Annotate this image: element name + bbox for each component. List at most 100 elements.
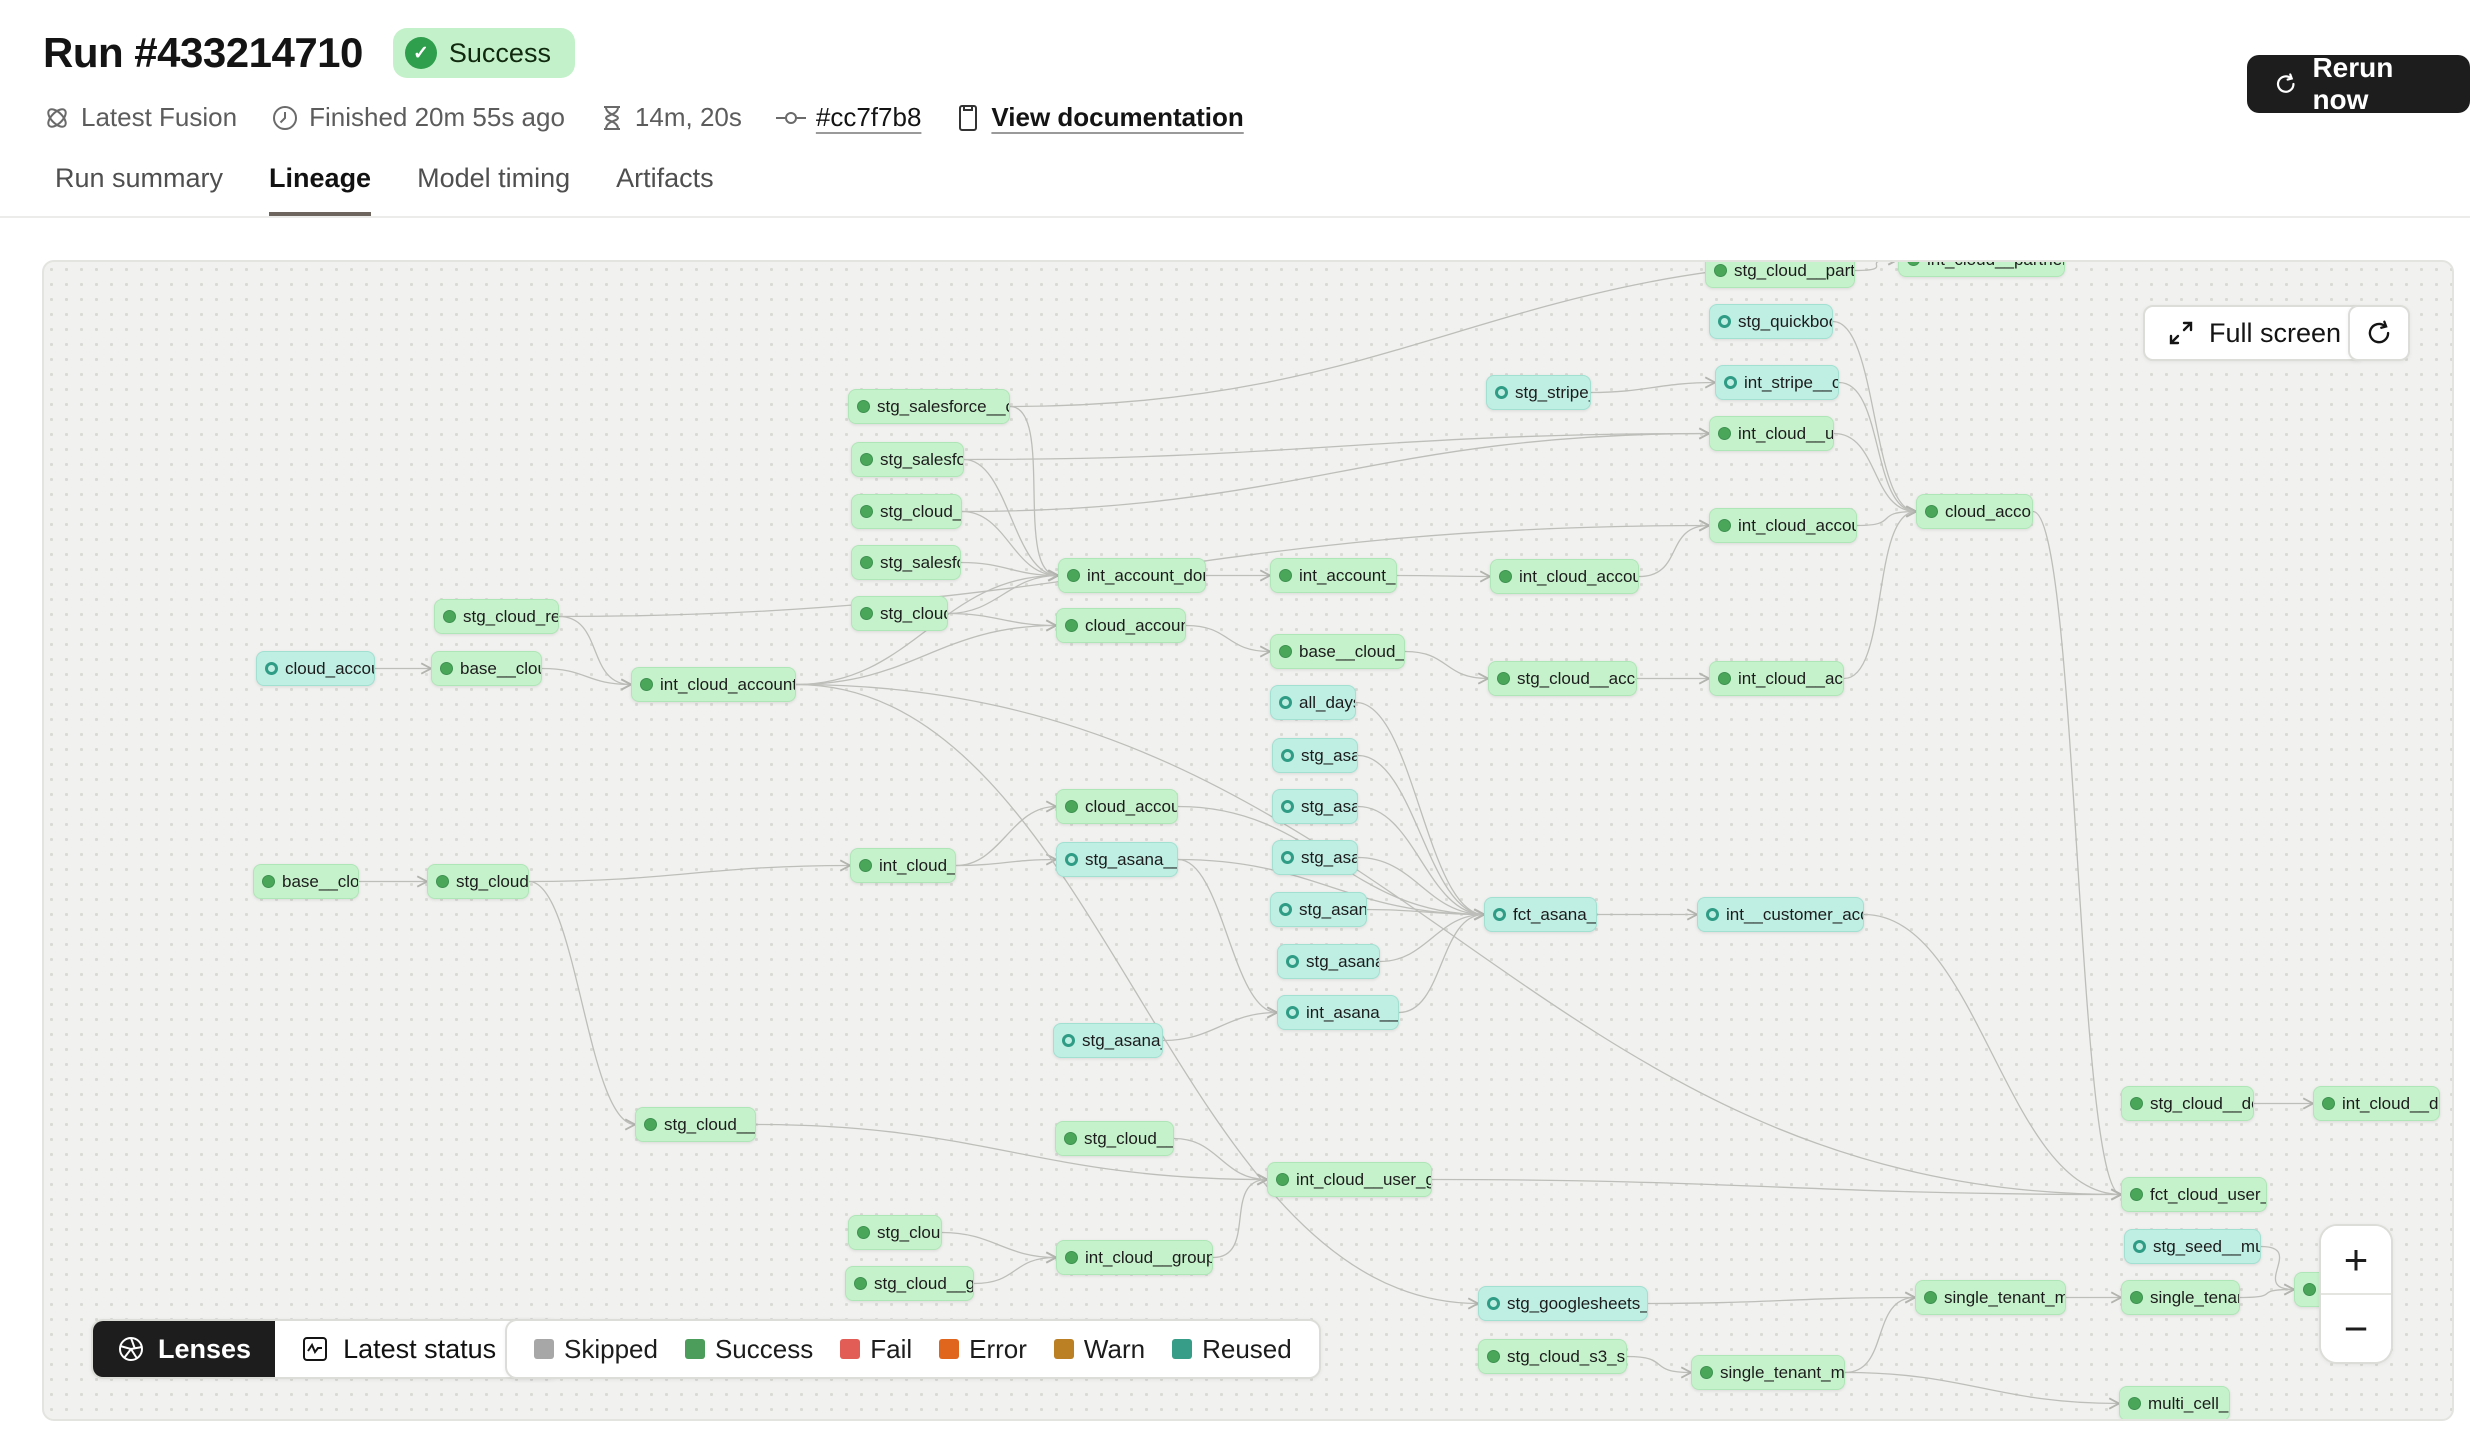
graph-edge <box>1397 576 1490 577</box>
rerun-now-button[interactable]: Rerun now <box>2247 55 2470 113</box>
edge-layer <box>44 262 2454 1421</box>
graph-node[interactable]: stg_salesforce… <box>851 545 961 580</box>
success-node-icon <box>2322 1097 2335 1110</box>
graph-node-label: single_tenant_map… <box>1720 1363 1845 1383</box>
graph-node[interactable]: stg_asana_… <box>1272 789 1358 824</box>
graph-node[interactable]: base__cloud_… <box>431 651 542 686</box>
graph-node[interactable]: stg_cloud_… <box>848 1215 942 1250</box>
graph-node[interactable]: int_cloud__accoun… <box>1709 661 1844 696</box>
graph-node-label: stg_cloud__us… <box>880 502 962 522</box>
clock-icon <box>271 104 299 132</box>
graph-node[interactable]: int_cloud__group_per… <box>1056 1240 1213 1275</box>
tab-lineage[interactable]: Lineage <box>269 163 371 216</box>
lenses-button[interactable]: Lenses <box>93 1321 275 1377</box>
graph-node[interactable]: base__clou… <box>253 864 359 899</box>
lineage-canvas[interactable]: cloud_account… base__cloud_… stg_cloud_reg… <box>42 260 2454 1421</box>
tab-model-timing[interactable]: Model timing <box>417 163 570 216</box>
graph-node[interactable]: multi_cell_m… <box>2119 1386 2230 1421</box>
graph-node[interactable]: int_stripe__custo… <box>1715 365 1839 400</box>
graph-node[interactable]: int_cloud_account_ma… <box>1490 559 1639 594</box>
success-node-icon <box>640 678 653 691</box>
graph-node[interactable]: stg_cloud__… <box>851 596 948 631</box>
graph-node-label: stg_asana__pr… <box>1306 952 1380 972</box>
tab-artifacts[interactable]: Artifacts <box>616 163 714 216</box>
success-node-icon <box>2130 1188 2143 1201</box>
graph-node[interactable]: stg_cloud__partner_c… <box>1705 260 1855 288</box>
graph-node-label: cloud_accounts_… <box>1085 616 1186 636</box>
graph-node[interactable]: stg_cloud_s3_singl… <box>1478 1339 1627 1374</box>
graph-node-label: stg_cloud__us… <box>1084 1129 1174 1149</box>
graph-node-label: stg_cloud__partner_c… <box>1734 261 1855 281</box>
page-title: Run #433214710 <box>43 29 363 77</box>
graph-node-label: int_cloud__user_ac… <box>1738 424 1834 444</box>
graph-node-label: int_cloud__user_group… <box>1296 1170 1432 1190</box>
refresh-button[interactable] <box>2348 305 2410 361</box>
graph-node[interactable]: stg_cloud__group… <box>845 1266 974 1301</box>
graph-node-label: int_account_dom… <box>1299 566 1397 586</box>
graph-node-label: fct_cloud_user_acc… <box>2150 1185 2267 1205</box>
graph-node[interactable]: stg_seed__multireg… <box>2124 1229 2261 1264</box>
commit-link[interactable]: #cc7f7b8 <box>816 102 922 133</box>
graph-node[interactable]: stg_googlesheets__sin… <box>1478 1286 1648 1321</box>
graph-node-label: cloud_account… <box>1085 797 1178 817</box>
graph-edge <box>1432 1180 2121 1195</box>
graph-node-label: int_cloud__partner_con… <box>1927 260 2065 270</box>
graph-node[interactable]: all_days <box>1270 685 1356 720</box>
graph-node[interactable]: stg_cloud_… <box>427 864 529 899</box>
graph-node[interactable]: cloud_account… <box>1056 789 1178 824</box>
graph-node[interactable]: stg_quickbooks__a… <box>1709 304 1833 339</box>
graph-node[interactable]: cloud_accounts_… <box>1056 608 1186 643</box>
graph-node[interactable]: int_cloud_account_ma… <box>1709 508 1857 543</box>
graph-node[interactable]: stg_asana… <box>1272 738 1358 773</box>
graph-node[interactable]: int_cloud__partner_con… <box>1898 260 2065 277</box>
graph-node[interactable]: int__customer_account… <box>1697 897 1864 932</box>
graph-node[interactable]: base__cloud_acco… <box>1270 634 1405 669</box>
zoom-out-button[interactable]: − <box>2321 1293 2391 1362</box>
graph-node[interactable]: int_cloud__us… <box>850 848 956 883</box>
graph-node[interactable]: stg_cloud__us… <box>851 494 962 529</box>
graph-node[interactable]: stg_cloud__devel… <box>2121 1086 2254 1121</box>
graph-node[interactable]: stg_asana__pr… <box>1277 944 1380 979</box>
success-node-icon <box>857 400 870 413</box>
graph-node-label: stg_cloud__email… <box>664 1115 756 1135</box>
reused-node-icon <box>1281 851 1294 864</box>
graph-node[interactable]: stg_cloud__email… <box>635 1107 756 1142</box>
graph-node[interactable]: int_cloud__user_ac… <box>1709 416 1834 451</box>
graph-edge <box>2240 1290 2294 1298</box>
graph-node[interactable]: stg_salesforce__cloud_… <box>848 389 1010 424</box>
reused-node-icon <box>1718 315 1731 328</box>
graph-node[interactable]: fct_asana_proj… <box>1484 897 1597 932</box>
graph-node[interactable]: stg_cloud__us… <box>1055 1121 1174 1156</box>
graph-node[interactable]: stg_cloud_region… <box>434 599 559 634</box>
lenses-icon <box>117 1335 145 1363</box>
graph-node-label: base__cloud_… <box>460 659 542 679</box>
graph-node[interactable]: cloud_account… <box>256 651 375 686</box>
graph-node[interactable]: int_account_dom… <box>1270 558 1397 593</box>
tab-run-summary[interactable]: Run summary <box>55 163 223 216</box>
graph-node[interactable]: int_cloud__user_group… <box>1267 1162 1432 1197</box>
graph-node-label: stg_seed__multireg… <box>2153 1237 2261 1257</box>
graph-node[interactable]: int_account_domain… <box>1058 558 1206 593</box>
reused-node-icon <box>1286 1006 1299 1019</box>
reused-node-icon <box>1281 749 1294 762</box>
graph-node[interactable]: single_tenant_map… <box>1691 1355 1845 1390</box>
graph-node[interactable]: stg_asana__… <box>1270 892 1367 927</box>
graph-node[interactable]: stg_salesforce_… <box>851 442 964 477</box>
graph-node[interactable]: single_tenant_mapp… <box>1915 1280 2066 1315</box>
graph-node[interactable]: int_asana__task_s… <box>1277 995 1399 1030</box>
fullscreen-button[interactable]: Full screen <box>2143 305 2365 361</box>
graph-node[interactable]: stg_cloud__accounts… <box>1488 661 1637 696</box>
view-documentation-link[interactable]: View documentation <box>991 102 1243 133</box>
graph-node[interactable]: stg_asana… <box>1272 840 1358 875</box>
graph-node[interactable]: single_tenant_… <box>2121 1280 2240 1315</box>
graph-node[interactable]: cloud_account… <box>1916 494 2033 529</box>
graph-node[interactable]: stg_asana__… <box>1053 1023 1163 1058</box>
graph-node-label: stg_salesforce… <box>880 553 961 573</box>
graph-node[interactable]: stg_asana__tas… <box>1056 842 1178 877</box>
graph-node[interactable]: stg_stripe__c… <box>1486 375 1591 410</box>
graph-node[interactable]: fct_cloud_user_acc… <box>2121 1177 2267 1212</box>
zoom-in-button[interactable]: + <box>2321 1226 2391 1293</box>
graph-node[interactable]: int_cloud_account__m… <box>631 667 796 702</box>
graph-edge <box>964 460 1058 576</box>
graph-node[interactable]: int_cloud__devel… <box>2313 1086 2440 1121</box>
